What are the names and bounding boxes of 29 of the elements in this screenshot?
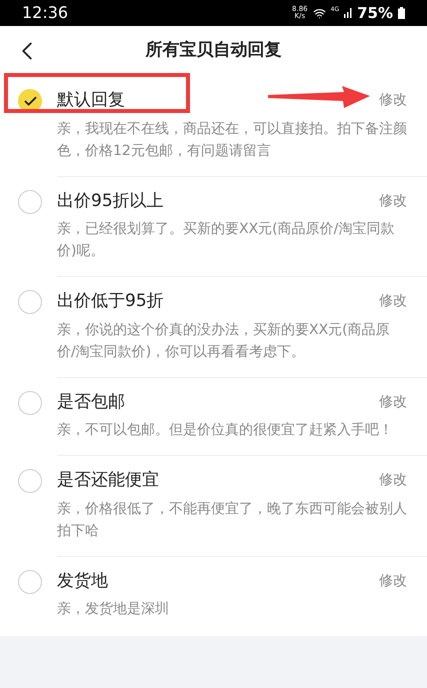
reply-text: 亲，不可以包邮。但是价位真的很便宜了赶紧入手吧！ bbox=[57, 421, 394, 440]
reply-text: 亲，发货地是深圳 bbox=[57, 600, 170, 619]
page-title: 所有宝贝自动回复 bbox=[146, 39, 282, 62]
reply-text: 亲，你说的这个价真的没办法，买新的要XX元(商品原价/淘宝同款价)，你可以再看看考虑下。 bbox=[57, 320, 391, 362]
edit-link[interactable]: 修改 bbox=[379, 291, 407, 312]
reply-title: 默认回复 bbox=[57, 89, 125, 112]
radio-button[interactable] bbox=[18, 570, 42, 594]
signal-icon bbox=[344, 8, 352, 18]
edit-link[interactable]: 修改 bbox=[379, 570, 407, 592]
edit-link[interactable]: 修改 bbox=[379, 90, 407, 112]
edit-link[interactable]: 修改 bbox=[379, 470, 407, 492]
edit-link[interactable]: 修改 bbox=[379, 190, 407, 212]
wifi-icon bbox=[312, 6, 326, 20]
radio-button[interactable] bbox=[18, 469, 42, 493]
edit-link[interactable]: 修改 bbox=[379, 392, 407, 413]
reply-text: 亲，我现在不在线，商品还在，可以直接拍。拍下备注颜色，价格12元包邮，有问题请留言 bbox=[57, 120, 407, 160]
radio-button[interactable] bbox=[18, 390, 42, 414]
battery-icon bbox=[398, 7, 405, 19]
reply-title: 发货地 bbox=[57, 570, 108, 592]
reply-text: 亲，价格很低了，不能再便宜了，晚了东西可能会被别人拍下哈 bbox=[57, 500, 407, 540]
battery-percent: 75% bbox=[357, 2, 393, 24]
reply-text: 亲，已经很划算了。买新的要XX元(商品原价/淘宝同款价)呢。 bbox=[57, 220, 396, 261]
reply-title: 出价95折以上 bbox=[57, 190, 164, 212]
radio-button[interactable] bbox=[18, 290, 42, 314]
radio-button[interactable] bbox=[18, 190, 42, 214]
reply-title: 是否包邮 bbox=[57, 390, 125, 414]
reply-title: 出价低于95折 bbox=[57, 290, 164, 313]
clock-time: 12:36 bbox=[22, 2, 68, 24]
reply-title: 是否还能便宜 bbox=[57, 469, 159, 492]
